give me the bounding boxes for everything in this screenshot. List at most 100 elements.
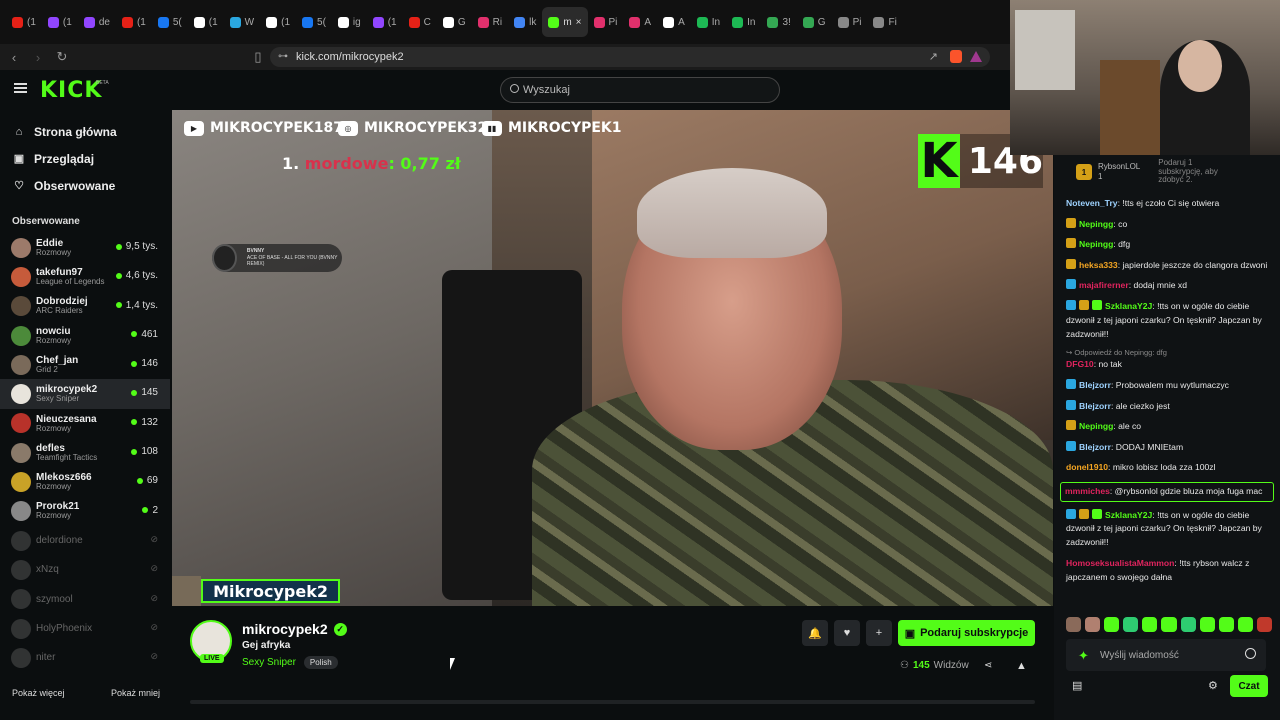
emote-icon[interactable] [1199,617,1215,632]
forward-icon[interactable]: › [28,47,48,67]
chat-username[interactable]: donel1910 [1066,462,1108,472]
brave-rewards-icon[interactable] [970,51,982,62]
send-chat-button[interactable]: Czat [1230,675,1268,697]
followed-channel[interactable]: HolyPhoenix ⊘ [0,614,170,643]
stream-category[interactable]: Sexy Sniper [242,657,296,668]
followed-channel[interactable]: nowciu Rozmowy 461 [0,321,170,350]
page-scrollbar[interactable] [190,700,1035,704]
browser-tab[interactable]: Pi [832,7,868,37]
site-info-icon[interactable]: ⊶ [278,51,288,62]
emote-icon[interactable] [1123,617,1139,632]
chat-input[interactable]: ✦ Wyślij wiadomość [1066,639,1266,671]
browser-tab[interactable]: (1 [116,7,152,37]
followed-channel[interactable]: niter ⊘ [0,643,170,672]
followed-channel[interactable]: Chef_jan Grid 2 146 [0,350,170,379]
followed-channel[interactable]: takefun97 League of Legends 4,6 tys. [0,262,170,291]
browser-tab[interactable]: Pi [588,7,624,37]
close-tab-icon[interactable]: × [576,17,582,28]
followed-channel[interactable]: Dobrodziej ARC Raiders 1,4 tys. [0,292,170,321]
chat-username[interactable]: HomoseksualistaMammon [1066,558,1174,568]
followed-channel[interactable]: szymool ⊘ [0,585,170,614]
browser-tab[interactable]: C [403,7,437,37]
chat-username[interactable]: Noteven_Try [1066,198,1118,208]
followed-channel[interactable]: delordione ⊘ [0,526,170,555]
report-icon[interactable]: ▲ [1016,660,1027,672]
chat-username[interactable]: Blejzorr [1079,442,1111,452]
emote-icon[interactable] [1180,617,1196,632]
browser-tab[interactable]: W [224,7,260,37]
browser-tab[interactable]: 3! [761,7,796,37]
share-icon[interactable]: ⋖ [984,660,992,671]
followed-channel[interactable]: Mlekosz666 Rozmowy 69 [0,467,170,496]
chat-username[interactable]: DFG10 [1066,359,1094,369]
browser-tab[interactable]: G [797,7,832,37]
back-icon[interactable]: ‹ [4,47,24,67]
chat-username[interactable]: Blejzorr [1079,380,1111,390]
sidebar-item-heart[interactable]: ♡ Obserwowane [0,172,170,199]
browser-tab[interactable]: Fi [867,7,902,37]
gear-icon[interactable]: ⚙ [1208,679,1218,692]
bookmark-icon[interactable]: ▯ [248,47,268,67]
followed-channel[interactable]: Prorok21 Rozmowy 2 [0,497,170,526]
browser-tab[interactable]: 5( [152,7,188,37]
search-input[interactable]: Wyszukaj [500,77,780,103]
chat-username[interactable]: heksa333 [1079,260,1118,270]
show-less-link[interactable]: Pokaż mniej [111,688,160,698]
followed-channel[interactable]: xNzq ⊘ [0,555,170,584]
share-page-icon[interactable]: ↗ [929,50,938,63]
browser-tab[interactable]: G [437,7,472,37]
chat-username[interactable]: Nepingg [1079,219,1113,229]
chat-username[interactable]: Blejzorr [1079,401,1111,411]
emote-icon[interactable] [1256,617,1273,632]
emote-icon[interactable] [1218,617,1234,632]
emoji-icon[interactable] [1245,648,1256,659]
chat-username[interactable]: majafirerner [1079,280,1129,290]
video-player[interactable]: ▶ MIKROCYPEK187 ◎ MIKROCYPEK32 ▮▮ MIKROCYPEK1… [172,110,1053,606]
gift-subscription-button[interactable]: ▣ Podaruj subskrypcje [898,620,1035,646]
browser-tab[interactable]: A [623,7,657,37]
bell-icon[interactable]: 🔔 [802,620,828,646]
browser-tab[interactable]: In [726,7,761,37]
chat-username[interactable]: SzklanaY2J [1105,510,1152,520]
menu-icon[interactable] [14,83,27,93]
address-bar[interactable]: ⊶ kick.com/mikrocypek2 ↗ [270,47,990,67]
browser-tab[interactable]: (1 [367,7,403,37]
heart-icon[interactable]: ♥ [834,620,860,646]
browser-tab[interactable]: m × [542,7,588,37]
gift-promo-text[interactable]: Podaruj 1 subskrypcję, aby zdobyć 2. [1158,158,1238,185]
streamer-name[interactable]: mikrocypek2 [242,621,328,637]
spark-icon[interactable]: ✦ [1078,648,1089,664]
gift-icon[interactable]: + [866,620,892,646]
followed-channel[interactable]: mikrocypek2 Sexy Sniper 145 [0,379,170,409]
followed-channel[interactable]: defles Teamfight Tactics 108 [0,438,170,467]
browser-tab[interactable]: (1 [6,7,42,37]
browser-tab[interactable]: In [691,7,726,37]
browser-tab[interactable]: de [78,7,116,37]
emote-icon[interactable] [1085,617,1101,632]
browser-tab[interactable]: A [657,7,691,37]
chat-username[interactable]: Nepingg [1079,421,1113,431]
browser-tab[interactable]: 5( [296,7,332,37]
chat-username[interactable]: Nepingg [1079,239,1113,249]
brave-shield-icon[interactable] [950,50,962,63]
emote-icon[interactable] [1161,617,1177,632]
browser-tab[interactable]: (1 [42,7,78,37]
kick-logo[interactable]: KICK [40,78,102,103]
reload-icon[interactable]: ↻ [52,47,72,67]
browser-tab[interactable]: (1 [188,7,224,37]
browser-tab[interactable]: ig [332,7,367,37]
store-icon[interactable]: ▤ [1072,679,1082,692]
browser-tab[interactable]: Ri [472,7,508,37]
show-more-link[interactable]: Pokaż więcej [12,688,65,698]
emote-icon[interactable] [1142,617,1158,632]
gifter-name[interactable]: RybsonLOL [1098,162,1140,171]
emote-icon[interactable] [1237,617,1253,632]
sidebar-item-home[interactable]: ⌂ Strona główna [0,118,170,145]
browser-tab[interactable]: lk [508,7,542,37]
emote-icon[interactable] [1104,617,1120,632]
emote-icon[interactable] [1066,617,1082,632]
followed-channel[interactable]: Eddie Rozmowy 9,5 tys. [0,233,170,262]
sidebar-item-browse[interactable]: ▣ Przeglądaj [0,145,170,172]
browser-tab[interactable]: (1 [260,7,296,37]
chat-username[interactable]: SzklanaY2J [1105,301,1152,311]
